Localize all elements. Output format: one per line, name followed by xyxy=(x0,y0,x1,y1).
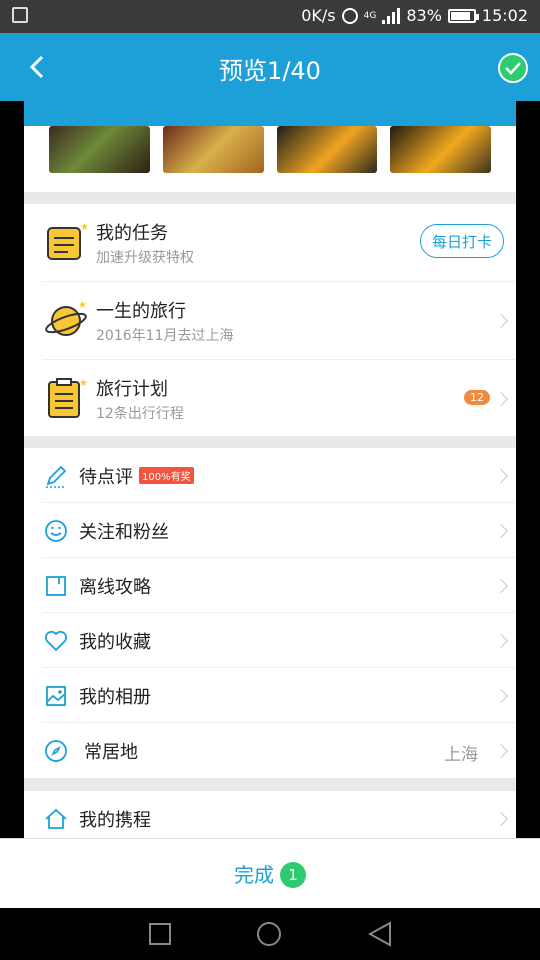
plan-count-badge: 12 xyxy=(464,390,490,405)
pending-review-row[interactable]: 待点评 100%有奖 xyxy=(24,448,516,503)
page-title: 预览1/40 xyxy=(219,57,321,85)
my-ctrip-row[interactable]: 我的携程 xyxy=(24,791,516,838)
alarm-icon xyxy=(341,7,358,24)
svg-text:★: ★ xyxy=(80,222,88,233)
row-title: 我的任务 xyxy=(96,223,168,244)
offline-guide-row[interactable]: 离线攻略 xyxy=(24,558,516,613)
recent-apps-icon[interactable] xyxy=(148,922,172,946)
done-label: 完成 xyxy=(234,863,274,887)
photo-thumbnail xyxy=(49,126,150,173)
row-title: 待点评 xyxy=(79,467,133,488)
selected-count-badge: 1 xyxy=(280,862,306,888)
favorites-row[interactable]: 我的收藏 xyxy=(24,613,516,668)
photo-thumbnail xyxy=(277,126,377,173)
smiley-icon xyxy=(45,520,67,542)
travel-plan-row[interactable]: ★ 旅行计划 12条出行行程 12 xyxy=(24,360,516,436)
chevron-right-icon xyxy=(493,468,509,484)
done-button[interactable]: 完成 1 xyxy=(0,859,540,888)
done-bar: 完成 1 xyxy=(0,838,540,908)
reward-tag: 100%有奖 xyxy=(139,467,194,484)
follow-row[interactable]: 关注和粉丝 xyxy=(24,503,516,558)
chevron-right-icon xyxy=(493,523,509,539)
photo-thumbnail xyxy=(163,126,264,173)
row-subtitle: 2016年11月去过上海 xyxy=(96,328,234,344)
life-travel-row[interactable]: ★ 一生的旅行 2016年11月去过上海 xyxy=(24,282,516,360)
photo-thumbnail xyxy=(390,126,491,173)
svg-text:★: ★ xyxy=(78,300,87,311)
residence-value: 上海 xyxy=(444,745,478,765)
section-divider xyxy=(24,192,516,204)
signal-icon xyxy=(382,7,401,24)
app-notification-icon xyxy=(12,7,28,23)
calendar-icon: ★ xyxy=(47,222,88,260)
chevron-right-icon xyxy=(493,391,509,407)
book-icon xyxy=(46,576,66,596)
row-subtitle: 加速升级获特权 xyxy=(96,250,194,266)
chevron-right-icon xyxy=(493,313,509,329)
pencil-icon xyxy=(46,465,67,488)
section-divider xyxy=(24,778,516,791)
chevron-right-icon xyxy=(493,633,509,649)
chevron-right-icon xyxy=(493,688,509,704)
daily-checkin-button[interactable]: 每日打卡 xyxy=(420,224,504,258)
home-button-icon[interactable] xyxy=(256,921,282,947)
heart-icon xyxy=(44,630,68,652)
home-icon xyxy=(45,808,67,829)
row-title: 一生的旅行 xyxy=(96,301,186,322)
row-title: 关注和粉丝 xyxy=(79,522,169,543)
battery-percent: 83% xyxy=(406,6,442,25)
back-button-icon[interactable] xyxy=(368,921,392,947)
network-type: 4G xyxy=(363,10,377,21)
compass-icon xyxy=(45,740,67,762)
battery-icon xyxy=(447,8,479,23)
planet-icon: ★ xyxy=(45,300,87,336)
chevron-right-icon xyxy=(493,811,509,827)
clipboard-icon: ★ xyxy=(48,378,88,418)
status-icons: 0K/s 4G 83% 15:02 xyxy=(301,6,528,25)
row-title: 旅行计划 xyxy=(96,379,168,400)
album-row[interactable]: 我的相册 xyxy=(24,668,516,723)
row-title: 离线攻略 xyxy=(79,577,151,598)
svg-text:★: ★ xyxy=(79,378,88,389)
row-title: 我的相册 xyxy=(79,687,151,708)
preview-subheader xyxy=(24,101,516,126)
network-speed: 0K/s xyxy=(301,6,336,25)
system-nav-bar xyxy=(0,908,540,960)
preview-header: 预览1/40 xyxy=(0,33,540,101)
select-check-icon[interactable] xyxy=(498,53,528,83)
image-icon xyxy=(46,686,66,706)
clock: 15:02 xyxy=(481,6,528,25)
residence-row[interactable]: 常居地 上海 xyxy=(24,723,516,778)
preview-image: ★ 我的任务 加速升级获特权 每日打卡 ★ 一生的旅行 2016年11月去过上海… xyxy=(24,101,516,838)
row-title: 我的收藏 xyxy=(79,632,151,653)
section-divider xyxy=(24,436,516,448)
status-bar: 0K/s 4G 83% 15:02 xyxy=(0,0,540,33)
row-subtitle: 12条出行行程 xyxy=(96,406,184,422)
chevron-right-icon xyxy=(493,743,509,759)
chevron-right-icon xyxy=(493,578,509,594)
row-title: 常居地 xyxy=(84,742,138,763)
row-title: 我的携程 xyxy=(79,810,151,831)
my-tasks-row[interactable]: ★ 我的任务 加速升级获特权 每日打卡 xyxy=(24,204,516,282)
